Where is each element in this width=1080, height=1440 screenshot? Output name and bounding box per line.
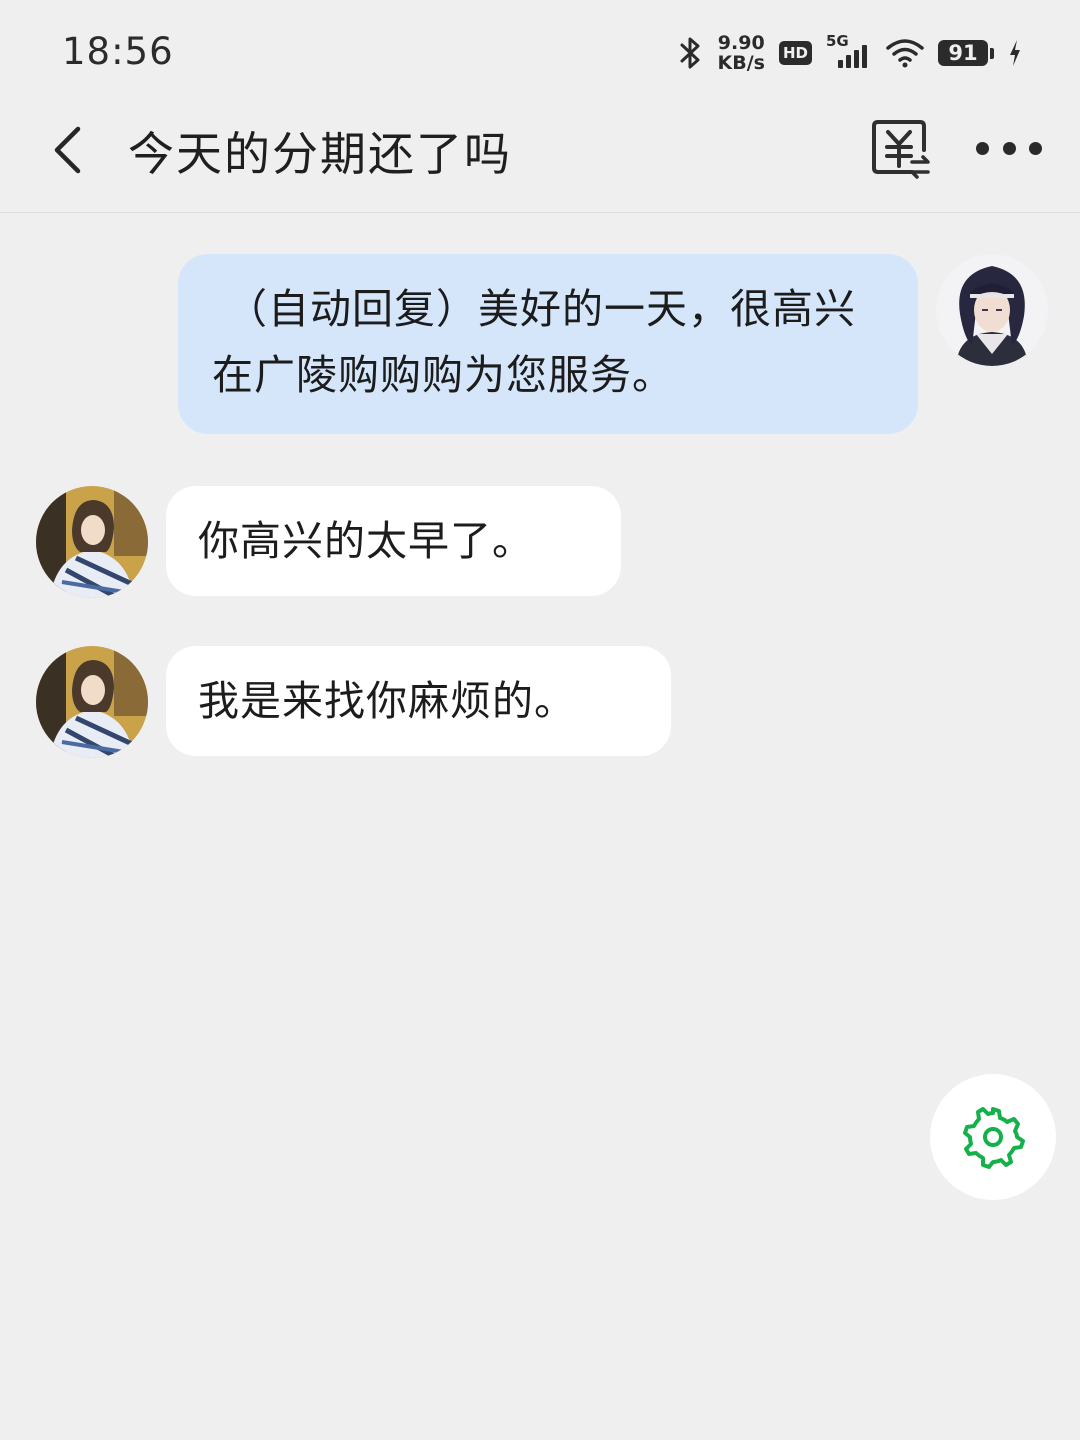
hd-icon: HD xyxy=(778,41,812,65)
contact-avatar[interactable] xyxy=(36,646,148,758)
net-speed-unit: KB/s xyxy=(717,52,765,74)
message-bubble-sent[interactable]: （自动回复）美好的一天，很高兴在广陵购购购为您服务。 xyxy=(178,254,918,434)
status-bar: 18:56 9.90 KB/s HD 5G 91 xyxy=(0,0,1080,100)
net-speed-value: 9.90 xyxy=(717,32,765,54)
bluetooth-icon xyxy=(678,36,704,70)
chat-title: 今天的分期还了吗 xyxy=(128,127,512,181)
chevron-left-icon xyxy=(54,126,81,174)
more-dots-icon xyxy=(976,141,989,155)
status-icons: 9.90 KB/s HD 5G 91 xyxy=(678,28,1022,78)
yuan-transfer-icon xyxy=(872,120,930,179)
more-button[interactable] xyxy=(976,128,1042,168)
battery-level: 91 xyxy=(938,40,988,66)
charging-icon xyxy=(1008,39,1022,67)
wifi-icon xyxy=(886,38,924,68)
contact-avatar[interactable] xyxy=(36,486,148,598)
signal-icon: 5G xyxy=(826,32,872,70)
net-speed: 9.90 KB/s xyxy=(718,33,765,73)
message-bubble-received[interactable]: 你高兴的太早了。 xyxy=(166,486,621,596)
status-time: 18:56 xyxy=(62,30,174,73)
settings-button[interactable] xyxy=(930,1074,1056,1200)
message-bubble-received[interactable]: 我是来找你麻烦的。 xyxy=(166,646,671,756)
payment-button[interactable] xyxy=(868,116,932,180)
chat-header: 今天的分期还了吗 xyxy=(0,100,1080,213)
back-button[interactable] xyxy=(42,122,92,178)
self-avatar[interactable] xyxy=(936,254,1048,366)
battery-icon: 91 xyxy=(938,40,994,66)
gear-icon xyxy=(963,1107,1025,1169)
